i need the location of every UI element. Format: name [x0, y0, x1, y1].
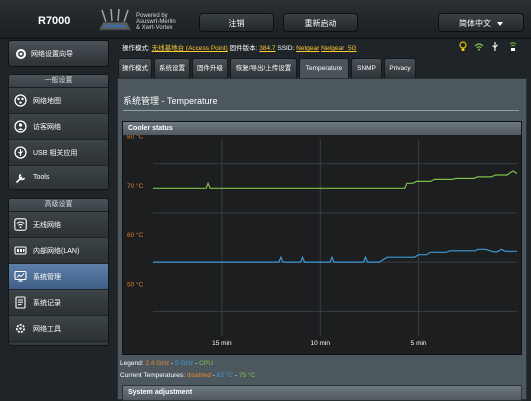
network-tools-icon: [16, 324, 25, 333]
temperature-chart: 80 °C 70 °C 60 °C 50 °C 15 min 10 min 5 min: [127, 135, 518, 347]
tab-system[interactable]: 系统设置: [154, 58, 190, 78]
advanced-settings-group: 高级设置 无线网络 内部网络(LAN) 系统管理 系统记录 网络工具: [8, 198, 109, 346]
top-bar: R7000 Powered by Asuswrt-Merlin & Xwrt-V…: [0, 0, 531, 39]
page-title: 系统管理 - Temperature: [123, 96, 218, 106]
ssid-5g-link[interactable]: Netgear_5G: [321, 45, 356, 52]
wifi-icon[interactable]: [474, 41, 484, 52]
gear-icon: [16, 49, 26, 59]
sidebar-item-usb[interactable]: USB 相关应用: [9, 140, 108, 166]
sidebar: 网络设置向导 一般设置 网络地图 访客网络 USB 相关应用 Tools 高级设…: [0, 38, 116, 400]
current-temperatures: Current Temperatures: disabled - 62 °C -…: [120, 372, 256, 379]
sidebar-item-label: 访客网络: [33, 124, 61, 131]
sidebar-item-administration[interactable]: 系统管理: [9, 264, 108, 290]
tab-bar: 操作模式 系统设置 固件升级 恢复/导出/上传设置 Temperature SN…: [116, 58, 531, 78]
language-label: 简体中文: [459, 19, 491, 28]
quick-setup-button[interactable]: 网络设置向导: [8, 40, 109, 67]
sidebar-item-lan[interactable]: 内部网络(LAN): [9, 238, 108, 264]
sidebar-item-label: USB 相关应用: [33, 150, 78, 157]
sidebar-item-label: 网络工具: [33, 326, 61, 333]
wireless-icon: [14, 218, 27, 231]
chart-series-5-ghz: [153, 248, 517, 263]
tab-firmware-upgrade[interactable]: 固件升级: [192, 58, 228, 78]
dual-band-icon[interactable]: [508, 41, 518, 52]
sidebar-item-tools[interactable]: Tools: [9, 166, 108, 189]
chart-ytick-label: 70 °C: [127, 182, 144, 190]
group-title-general: 一般设置: [9, 75, 108, 88]
sidebar-item-label: 网络地图: [33, 98, 61, 105]
current-temp-24ghz: disabled: [186, 372, 211, 379]
tab-restore-save-upload[interactable]: 恢复/导出/上传设置: [230, 58, 297, 78]
chart-series-cpu: [153, 170, 518, 189]
operation-mode-link[interactable]: 无线基地台 (Access Point): [152, 45, 228, 52]
network-map-icon: [14, 94, 27, 107]
chart-ytick-label: 80 °C: [127, 135, 144, 141]
ssid-link[interactable]: Netgear: [296, 45, 319, 52]
status-text: 操作模式: 无线基地台 (Access Point) 固件版本: 384.7 S…: [122, 45, 357, 52]
chart-legend: Legend: 2.4 GHz - 5 GHz - CPU: [120, 360, 213, 367]
system-log-icon: [15, 296, 26, 309]
general-settings-group: 一般设置 网络地图 访客网络 USB 相关应用 Tools: [8, 74, 109, 190]
router-model: R7000: [38, 15, 71, 27]
legend-24ghz: 2.4 GHz: [145, 360, 170, 367]
tab-temperature[interactable]: Temperature: [299, 58, 349, 78]
chevron-down-icon: [497, 21, 503, 26]
sidebar-item-network-map[interactable]: 网络地图: [9, 88, 108, 114]
cooler-status-panel: Cooler status 80 °C 70 °C 60 °C 50 °C 15 min…: [122, 121, 522, 355]
tools-icon: [15, 173, 26, 184]
cooler-status-header: Cooler status: [123, 122, 521, 135]
status-bar: 操作模式: 无线基地台 (Access Point) 固件版本: 384.7 S…: [116, 38, 531, 56]
chart-xtick-label: 10 min: [310, 340, 330, 347]
legend-5ghz: 5 GHz: [174, 360, 194, 367]
system-adjustment-header: System adjustment: [122, 385, 522, 401]
chart-ytick-label: 60 °C: [127, 231, 144, 239]
lan-icon: [14, 246, 27, 255]
administration-icon: [14, 270, 27, 282]
guest-network-icon: [14, 120, 27, 133]
language-select[interactable]: 简体中文: [438, 13, 524, 32]
current-temp-cpu: 75 °C: [238, 372, 256, 379]
main-panel: 系统管理 - Temperature Cooler status 80 °C 70…: [117, 78, 527, 401]
router-logo-icon: [98, 8, 132, 31]
group-title-advanced: 高级设置: [9, 199, 108, 212]
tab-snmp[interactable]: SNMP: [351, 58, 382, 78]
sidebar-item-label: 内部网络(LAN): [33, 248, 80, 255]
current-temp-5ghz: 62 °C: [216, 372, 234, 379]
quick-setup-label: 网络设置向导: [31, 51, 73, 58]
sidebar-item-system-log[interactable]: 系统记录: [9, 290, 108, 316]
legend-cpu: CPU: [199, 360, 213, 367]
powered-by-text: Powered by Asuswrt-Merlin & Xwrt-Vortex: [136, 13, 176, 31]
chart-ytick-label: 50 °C: [127, 280, 144, 288]
sidebar-item-guest-network[interactable]: 访客网络: [9, 114, 108, 140]
reboot-button[interactable]: 重新启动: [283, 13, 358, 32]
logout-button[interactable]: 注销: [199, 13, 274, 32]
sidebar-item-wireless[interactable]: 无线网络: [9, 212, 108, 238]
chart-xtick-label: 5 min: [411, 340, 427, 347]
sidebar-item-label: Tools: [33, 174, 50, 181]
usb-icon: [14, 146, 27, 159]
title-divider: [123, 110, 519, 111]
lightbulb-icon[interactable]: [458, 41, 468, 52]
chart-xtick-label: 15 min: [212, 340, 232, 347]
sidebar-item-label: 系统记录: [33, 300, 61, 307]
sidebar-item-network-tools[interactable]: 网络工具: [9, 316, 108, 342]
tab-operation-mode[interactable]: 操作模式: [118, 58, 152, 78]
firmware-version-link[interactable]: 384.7: [259, 45, 275, 52]
sidebar-item-label: 系统管理: [33, 274, 61, 281]
usb-status-icon[interactable]: [490, 41, 500, 52]
sidebar-item-label: 无线网络: [33, 222, 61, 229]
tab-privacy[interactable]: Privacy: [384, 58, 416, 78]
status-icons: [458, 41, 528, 53]
